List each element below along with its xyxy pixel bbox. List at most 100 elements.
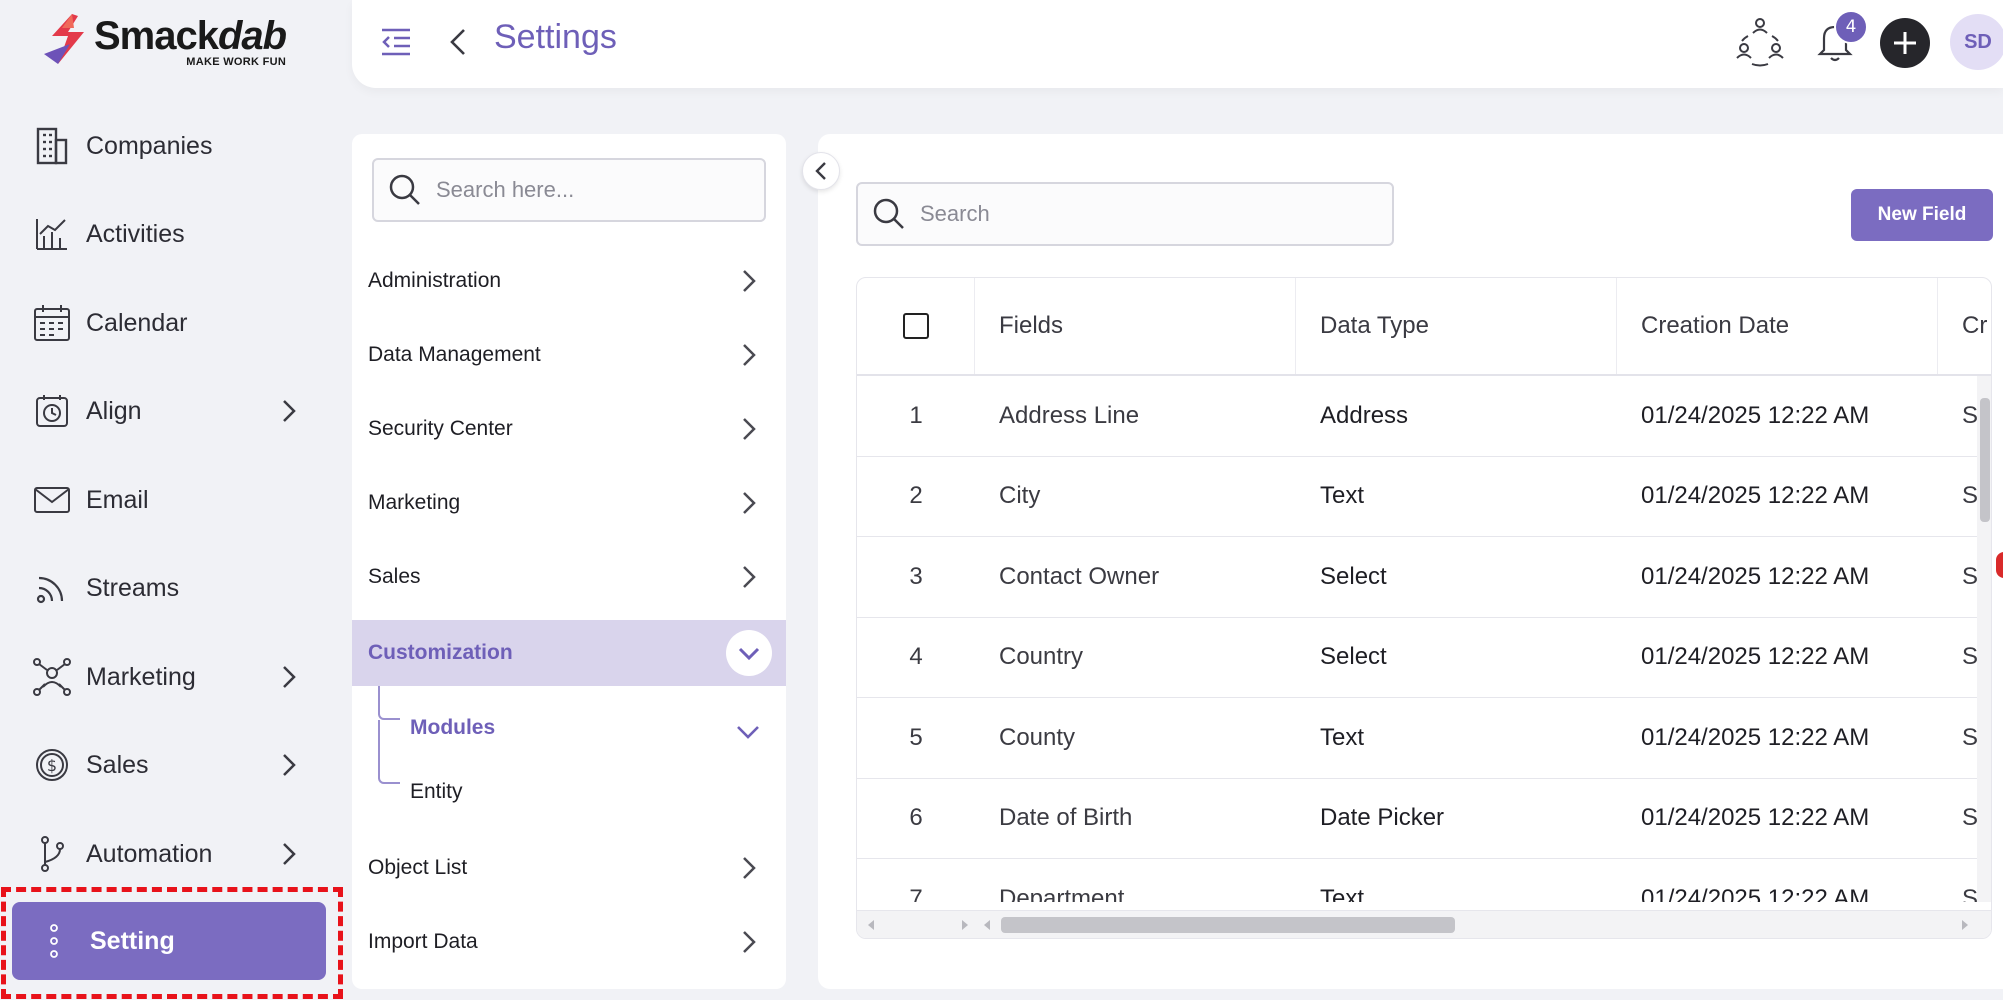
table-row[interactable]: 5 County Text 01/24/2025 12:22 AM S (857, 698, 1991, 779)
back-arrow-icon[interactable] (444, 24, 472, 60)
settings-subitem-entity[interactable]: Entity (410, 780, 463, 804)
page-title: Settings (494, 18, 617, 56)
nav-item-sales[interactable]: $ Sales (30, 737, 320, 793)
settings-item-label: Security Center (368, 417, 513, 440)
nav-item-automation[interactable]: Automation (30, 826, 320, 882)
user-avatar[interactable]: SD (1950, 14, 2003, 70)
nav-item-companies[interactable]: Companies (30, 118, 320, 174)
chevron-right-icon (743, 492, 756, 514)
settings-menu: Administration Data Management Security … (352, 134, 786, 989)
nav-item-marketing[interactable]: Marketing (30, 649, 320, 705)
logo-word-1: Smack (94, 14, 219, 58)
field-name-cell: County (999, 723, 1076, 751)
chevron-down-icon[interactable] (734, 718, 762, 746)
row-number: 3 (909, 562, 923, 590)
new-field-button[interactable]: New Field (1851, 189, 1993, 241)
nav-item-calendar[interactable]: Calendar (30, 295, 320, 351)
table-row[interactable]: 4 Country Select 01/24/2025 12:22 AM S (857, 618, 1991, 698)
search-icon (389, 174, 420, 205)
fields-search-input[interactable] (920, 201, 1360, 227)
smackdab-logo[interactable]: Smackdab MAKE WORK FUN (44, 14, 287, 72)
svg-text:$: $ (47, 756, 57, 775)
settings-search-box[interactable] (372, 158, 766, 222)
column-header-data-type[interactable]: Data Type (1296, 278, 1617, 374)
scroll-right-arrow-icon[interactable] (957, 917, 973, 933)
settings-search-input[interactable] (436, 177, 736, 203)
nav-label: Streams (86, 573, 180, 602)
logo-tagline: MAKE WORK FUN (186, 56, 287, 68)
table-row[interactable]: 2 City Text 01/24/2025 12:22 AM S (857, 457, 1991, 537)
tree-connector (378, 720, 400, 784)
column-header-fields[interactable]: Fields (975, 278, 1296, 374)
settings-item-label: Customization (368, 641, 513, 664)
table-header: Fields Data Type Creation Date Cr (857, 278, 1991, 376)
row-number: 2 (909, 482, 923, 510)
column-header-created-by[interactable]: Cr (1938, 278, 1991, 374)
horizontal-scrollbar[interactable] (857, 910, 1991, 938)
data-type-cell: Text (1320, 482, 1365, 510)
settings-item-label: Import Data (368, 930, 478, 953)
table-row[interactable]: 7 Department Text 01/24/2025 12:22 AM S (857, 859, 1991, 902)
settings-item-sales[interactable]: Sales (352, 544, 786, 610)
chevron-right-icon (283, 666, 296, 688)
tree-connector (378, 686, 400, 720)
table-row[interactable]: 3 Contact Owner Select 01/24/2025 12:22 … (857, 537, 1991, 618)
chevron-right-icon (743, 344, 756, 366)
settings-item-administration[interactable]: Administration (352, 248, 786, 314)
field-name-cell: Address Line (999, 401, 1140, 429)
fields-table: Fields Data Type Creation Date Cr 1 Addr… (856, 277, 1992, 939)
field-name-cell: Country (999, 643, 1084, 671)
table-body: 1 Address Line Address 01/24/2025 12:22 … (857, 376, 1991, 902)
scroll-right-arrow-icon[interactable] (1957, 917, 1973, 933)
settings-item-object-list[interactable]: Object List (352, 835, 786, 901)
collapse-menu-icon[interactable] (378, 24, 414, 60)
add-button[interactable] (1880, 18, 1930, 68)
chevron-right-icon (743, 931, 756, 953)
row-number: 7 (909, 884, 923, 902)
vertical-scroll-thumb[interactable] (1980, 398, 1990, 522)
scroll-left-arrow-icon[interactable] (863, 917, 879, 933)
floating-indicator[interactable] (1996, 552, 2003, 578)
scroll-left-arrow-icon[interactable] (979, 917, 995, 933)
nav-item-email[interactable]: Email (30, 472, 320, 528)
horizontal-scroll-thumb[interactable] (1001, 917, 1455, 933)
field-name-cell: City (999, 482, 1041, 510)
team-icon[interactable] (1732, 14, 1788, 70)
search-icon (873, 198, 904, 229)
chevron-right-icon (743, 566, 756, 588)
nav-label: Align (86, 396, 142, 425)
settings-item-data-management[interactable]: Data Management (352, 322, 786, 388)
data-type-cell: Text (1320, 884, 1365, 902)
expand-toggle[interactable] (726, 630, 772, 676)
nav-item-streams[interactable]: Streams (30, 560, 320, 616)
nav-label: Sales (86, 750, 149, 779)
vertical-scrollbar[interactable] (1977, 376, 1991, 902)
field-name-cell: Department (999, 884, 1125, 902)
dollar-coin-icon: $ (30, 743, 74, 787)
select-all-cell (857, 278, 975, 374)
settings-item-import-data[interactable]: Import Data (352, 909, 786, 975)
vertical-dots-icon (50, 924, 58, 958)
data-type-cell: Select (1320, 643, 1387, 671)
select-all-checkbox[interactable] (902, 313, 929, 339)
nav-item-activities[interactable]: Activities (30, 206, 320, 262)
chevron-right-icon (743, 418, 756, 440)
nav-label: Marketing (86, 662, 196, 691)
settings-item-customization[interactable]: Customization (352, 620, 786, 686)
table-row[interactable]: 6 Date of Birth Date Picker 01/24/2025 1… (857, 779, 1991, 859)
nav-item-align[interactable]: Align (30, 383, 320, 439)
left-navigation: Smackdab MAKE WORK FUN Companies Activit… (0, 0, 352, 1000)
creation-date-cell: 01/24/2025 12:22 AM (1641, 401, 1870, 429)
table-row[interactable]: 1 Address Line Address 01/24/2025 12:22 … (857, 376, 1991, 457)
settings-item-label: Sales (368, 565, 421, 588)
settings-item-security-center[interactable]: Security Center (352, 396, 786, 462)
fields-search-box[interactable] (856, 182, 1394, 246)
collapse-settings-menu-button[interactable] (802, 152, 840, 190)
row-number: 4 (909, 643, 923, 671)
settings-item-marketing[interactable]: Marketing (352, 470, 786, 536)
settings-subitem-modules[interactable]: Modules (410, 716, 495, 740)
column-header-creation-date[interactable]: Creation Date (1617, 278, 1938, 374)
chevron-left-icon (815, 162, 826, 180)
nav-item-setting[interactable]: Setting (12, 902, 326, 980)
envelope-icon (30, 478, 74, 522)
